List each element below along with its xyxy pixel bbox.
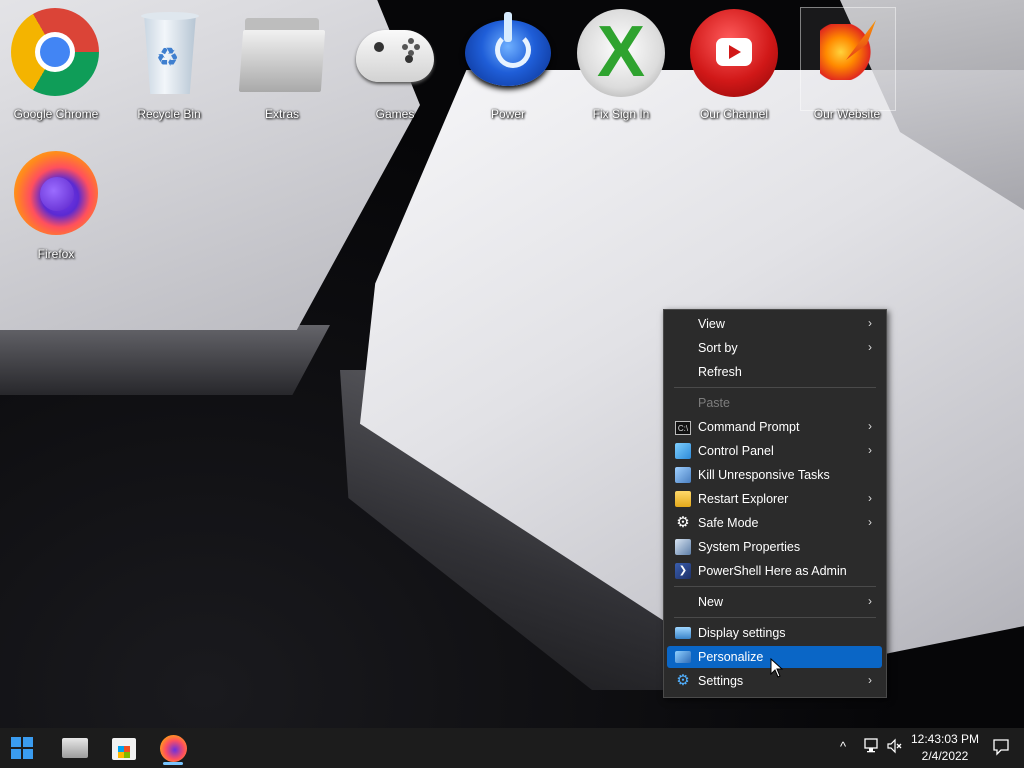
- xbox-icon: X: [576, 8, 666, 98]
- chevron-right-icon: ›: [868, 316, 872, 330]
- menu-item-paste: Paste: [667, 392, 882, 414]
- system-properties-icon: [675, 539, 691, 555]
- chevron-right-icon: ›: [868, 491, 872, 505]
- chevron-right-icon: ›: [868, 594, 872, 608]
- menu-separator: [674, 617, 876, 618]
- gear-icon: ⚙: [676, 514, 690, 531]
- desktop-icon-google-chrome[interactable]: Google Chrome: [0, 0, 112, 130]
- desktop-icon-extras[interactable]: Extras: [226, 0, 338, 130]
- phoenix-bird-icon: [802, 8, 892, 98]
- menu-separator: [674, 586, 876, 587]
- microsoft-store-icon: [112, 738, 136, 760]
- chevron-right-icon: ›: [868, 419, 872, 433]
- volume-muted-icon[interactable]: [886, 738, 904, 759]
- settings-gear-icon: ⚙: [676, 672, 690, 689]
- menu-item-label: View: [698, 317, 725, 331]
- menu-item-label: Command Prompt: [698, 420, 800, 434]
- personalize-icon: [675, 651, 691, 663]
- menu-item-label: Safe Mode: [698, 516, 759, 530]
- menu-item-label: Display settings: [698, 626, 786, 640]
- control-panel-icon: [675, 443, 691, 459]
- chevron-right-icon: ›: [868, 443, 872, 457]
- menu-item-powershell-admin[interactable]: ❯ PowerShell Here as Admin: [667, 560, 882, 582]
- menu-item-kill-unresponsive-tasks[interactable]: Kill Unresponsive Tasks: [667, 464, 882, 486]
- taskbar-microsoft-store[interactable]: [105, 732, 141, 764]
- desktop-icon-our-channel[interactable]: Our Channel: [678, 0, 790, 130]
- game-controller-icon: [350, 8, 440, 98]
- desktop-icon-label: Power: [490, 107, 525, 121]
- desktop-icon-power[interactable]: Power: [452, 0, 564, 130]
- chevron-right-icon: ›: [868, 340, 872, 354]
- display-icon: [675, 627, 691, 639]
- menu-item-refresh[interactable]: Refresh: [667, 361, 882, 383]
- taskbar-firefox[interactable]: [155, 732, 191, 765]
- menu-item-label: System Properties: [698, 540, 801, 554]
- menu-item-new[interactable]: New ›: [667, 591, 882, 613]
- menu-item-label: Settings: [698, 674, 744, 688]
- network-icon[interactable]: [862, 738, 880, 759]
- powershell-icon: ❯: [675, 563, 691, 579]
- folder-icon: [675, 491, 691, 507]
- desktop-icon-our-website[interactable]: Our Website: [791, 0, 903, 130]
- firefox-icon: [11, 148, 101, 238]
- taskbar: ^ 12:43:03 PM 2/4/2022: [0, 728, 1024, 768]
- menu-item-restart-explorer[interactable]: Restart Explorer ›: [667, 488, 882, 510]
- show-hidden-icons-chevron-icon[interactable]: ^: [840, 738, 846, 756]
- power-icon: [463, 8, 553, 98]
- start-icon: [11, 737, 33, 759]
- cmd-icon: C:\: [675, 421, 691, 435]
- menu-separator: [674, 387, 876, 388]
- menu-item-label: New: [698, 595, 724, 609]
- desktop-icon-label: Extras: [264, 107, 299, 121]
- desktop-icon-label: Games: [375, 107, 415, 121]
- menu-item-command-prompt[interactable]: C:\ Command Prompt ›: [667, 416, 882, 438]
- menu-item-safe-mode[interactable]: ⚙ Safe Mode ›: [667, 512, 882, 534]
- chevron-right-icon: ›: [868, 515, 872, 529]
- desktop-icon-recycle-bin[interactable]: ♻ Recycle Bin: [113, 0, 225, 130]
- menu-item-system-properties[interactable]: System Properties: [667, 536, 882, 558]
- recycle-bin-icon: ♻: [124, 8, 214, 98]
- firefox-icon: [160, 735, 187, 762]
- chrome-icon: [11, 8, 99, 96]
- menu-item-label: Sort by: [698, 341, 738, 355]
- file-explorer-icon: [62, 738, 88, 758]
- start-button[interactable]: [4, 732, 40, 764]
- active-app-indicator: [163, 762, 183, 765]
- menu-item-sort-by[interactable]: Sort by ›: [667, 337, 882, 359]
- desktop-icon-label: Google Chrome: [13, 107, 99, 121]
- youtube-icon: [689, 8, 779, 98]
- menu-item-label: Personalize: [698, 650, 764, 664]
- folder-icon: [237, 8, 327, 98]
- chevron-right-icon: ›: [868, 673, 872, 687]
- menu-item-label: Paste: [698, 396, 730, 410]
- desktop-icon-label: Fix Sign In: [592, 107, 650, 121]
- desktop-context-menu: View › Sort by › Refresh Paste C:\ Comma…: [663, 309, 887, 698]
- menu-item-label: PowerShell Here as Admin: [698, 564, 847, 578]
- menu-item-label: Control Panel: [698, 444, 774, 458]
- menu-item-label: Kill Unresponsive Tasks: [698, 468, 830, 482]
- task-manager-icon: [675, 467, 691, 483]
- menu-item-control-panel[interactable]: Control Panel ›: [667, 440, 882, 462]
- taskbar-file-explorer[interactable]: [56, 732, 92, 764]
- desktop-icon-firefox[interactable]: Firefox: [0, 140, 112, 270]
- menu-item-label: Restart Explorer: [698, 492, 789, 506]
- menu-item-view[interactable]: View ›: [667, 313, 882, 335]
- desktop-icon-label: Our Channel: [699, 107, 769, 121]
- desktop-icon-games[interactable]: Games: [339, 0, 451, 130]
- menu-item-label: Refresh: [698, 365, 742, 379]
- clock-date[interactable]: 2/4/2022: [905, 749, 985, 763]
- clock-time[interactable]: 12:43:03 PM: [905, 732, 985, 746]
- menu-item-display-settings[interactable]: Display settings: [667, 622, 882, 644]
- desktop-icon-label: Recycle Bin: [137, 107, 201, 121]
- notification-center-icon[interactable]: [992, 738, 1010, 761]
- desktop-icon-fix-sign-in[interactable]: X Fix Sign In: [565, 0, 677, 130]
- desktop-icon-label: Firefox: [37, 247, 75, 261]
